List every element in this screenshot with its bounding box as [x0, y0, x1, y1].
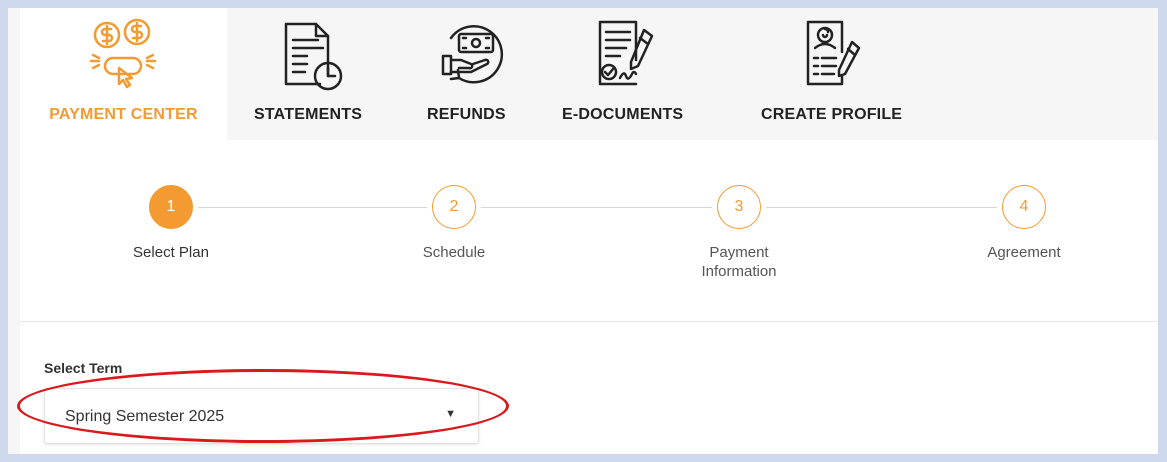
step-2-label: Schedule: [422, 244, 486, 261]
tab-e-documents[interactable]: E-DOCUMENTS: [556, 8, 711, 140]
step-connector: [766, 207, 997, 208]
tab-label: PAYMENT CENTER: [49, 106, 198, 123]
payment-plan-panel: 1 Select Plan 2 Schedule 3 Payment Infor…: [20, 140, 1158, 454]
step-4-label: Agreement: [987, 244, 1061, 261]
term-select[interactable]: Spring Semester 2025 ▼: [44, 388, 479, 444]
tab-label: E-DOCUMENTS: [562, 106, 684, 123]
tab-payment-center[interactable]: PAYMENT CENTER: [20, 8, 227, 140]
create-profile-icon: [806, 20, 861, 86]
step-1-label: Select Plan: [133, 244, 209, 261]
app-frame: PAYMENT CENTER STATEMENTS REFUNDS E-DOCU…: [8, 8, 1158, 454]
step-3-circle[interactable]: 3: [717, 185, 761, 229]
select-term-label: Select Term: [44, 360, 123, 376]
tab-label: STATEMENTS: [254, 106, 363, 123]
term-select-value: Spring Semester 2025: [65, 408, 225, 425]
step-3-label: Payment Information: [701, 244, 777, 280]
tab-statements[interactable]: STATEMENTS: [244, 8, 384, 140]
step-4-circle[interactable]: 4: [1002, 185, 1046, 229]
tab-refunds[interactable]: REFUNDS: [413, 8, 533, 140]
tab-create-profile[interactable]: CREATE PROFILE: [748, 8, 923, 140]
refunds-icon: [441, 24, 504, 84]
step-2-circle[interactable]: 2: [432, 185, 476, 229]
step-connector: [198, 207, 427, 208]
step-1-circle[interactable]: 1: [149, 185, 193, 229]
payment-center-icon: [89, 18, 157, 89]
chevron-down-icon: ▼: [445, 408, 456, 420]
step-connector: [481, 207, 712, 208]
tab-label: CREATE PROFILE: [761, 106, 903, 123]
statements-icon: [284, 22, 343, 91]
tab-label: REFUNDS: [427, 106, 506, 123]
e-documents-icon: [598, 20, 654, 86]
section-divider: [20, 321, 1158, 322]
